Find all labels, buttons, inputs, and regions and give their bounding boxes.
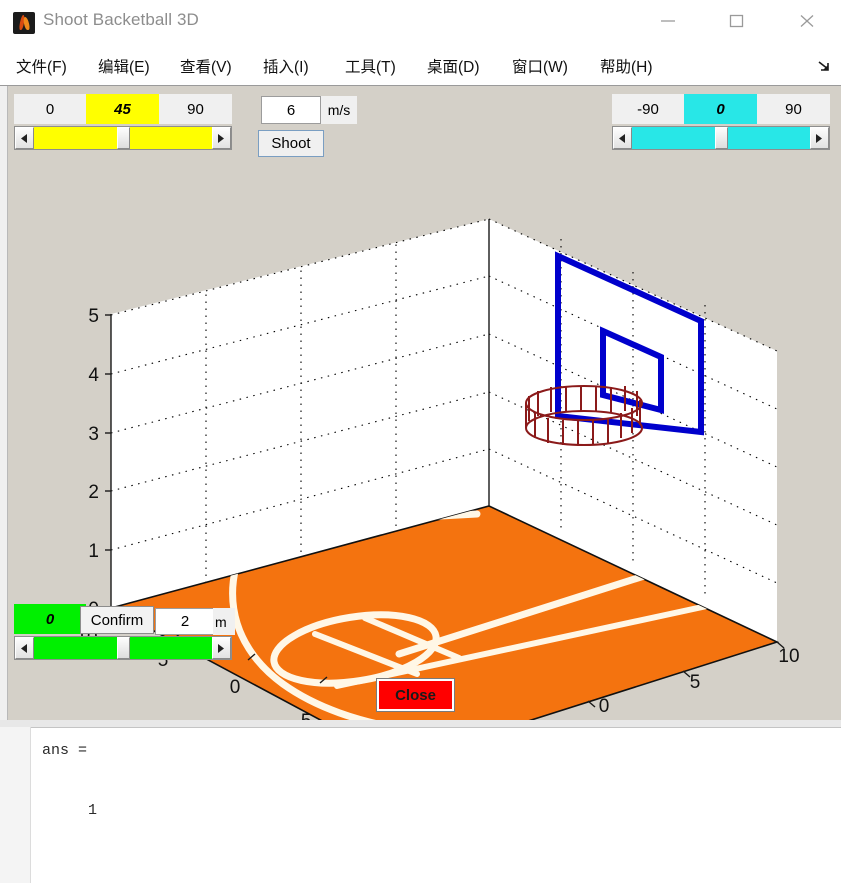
distance-value-display: 0 (14, 604, 86, 634)
command-window[interactable]: ans = 1 fx >> https://blog.csdn.net/Matl… (0, 720, 841, 883)
azimuth-slider-right-arrow[interactable] (810, 127, 829, 149)
close-window-button[interactable] (784, 0, 830, 40)
figure-panel: 0 1 2 3 4 5 10 5 0 (0, 85, 841, 721)
maximize-button[interactable] (714, 0, 760, 40)
distance-slider-thumb[interactable] (116, 637, 130, 659)
x-tick-0: 0 (230, 677, 241, 698)
console-divider (0, 720, 841, 728)
angle-min-label: 0 (14, 94, 86, 124)
z-tick-2: 2 (88, 482, 99, 503)
angle-slider-track[interactable] (34, 127, 212, 149)
window-title: Shoot Backetball 3D (43, 10, 199, 29)
distance-slider-track[interactable] (34, 637, 212, 659)
menu-bar: 文件(F) 编辑(E) 查看(V) 插入(I) 工具(T) 桌面(D) 窗口(W… (0, 44, 841, 84)
azimuth-slider-track[interactable] (632, 127, 810, 149)
azimuth-angle-slider[interactable]: -90 0 90 (612, 94, 830, 156)
z-tick-3: 3 (88, 424, 99, 445)
azimuth-slider-bar[interactable] (612, 126, 830, 150)
dock-arrow-icon[interactable] (816, 58, 832, 74)
height-unit-label: m (213, 608, 235, 635)
menu-file[interactable]: 文件(F) (14, 52, 69, 80)
azimuth-min-label: -90 (612, 94, 684, 124)
height-input[interactable]: 2 (155, 608, 215, 635)
angle-slider-left-arrow[interactable] (15, 127, 34, 149)
azimuth-max-label: 90 (757, 94, 830, 124)
y-tick-10: 10 (778, 646, 799, 667)
menu-help[interactable]: 帮助(H) (598, 52, 655, 80)
distance-slider-bar[interactable] (14, 636, 232, 660)
menu-edit[interactable]: 编辑(E) (96, 52, 152, 80)
angle-slider-thumb[interactable] (116, 127, 130, 149)
distance-slider-left-arrow[interactable] (15, 637, 34, 659)
azimuth-value-display: 0 (684, 94, 757, 124)
console-line-value: 1 (88, 802, 98, 819)
confirm-button[interactable]: Confirm (80, 606, 154, 634)
angle-value-display: 45 (86, 94, 159, 124)
minimize-button[interactable] (645, 0, 691, 40)
angle-max-label: 90 (159, 94, 232, 124)
menu-desktop[interactable]: 桌面(D) (425, 52, 482, 80)
azimuth-slider-left-arrow[interactable] (613, 127, 632, 149)
elevation-angle-slider[interactable]: 0 45 90 (14, 94, 232, 156)
z-tick-1: 1 (88, 541, 99, 562)
distance-slider-right-arrow[interactable] (212, 637, 231, 659)
matlab-icon (13, 12, 35, 34)
y-tick-5: 5 (690, 672, 701, 693)
speed-input[interactable]: 6 (261, 96, 321, 124)
angle-slider-bar[interactable] (14, 126, 232, 150)
title-bar: Shoot Backetball 3D (0, 0, 841, 44)
menu-window[interactable]: 窗口(W) (510, 52, 570, 80)
angle-slider-right-arrow[interactable] (212, 127, 231, 149)
menu-tools[interactable]: 工具(T) (343, 52, 398, 80)
menu-view[interactable]: 查看(V) (178, 52, 234, 80)
shoot-button[interactable]: Shoot (258, 130, 324, 157)
menu-insert[interactable]: 插入(I) (261, 52, 311, 80)
y-tick-0: 0 (599, 696, 610, 717)
speed-unit-label: m/s (321, 96, 357, 124)
azimuth-slider-thumb[interactable] (714, 127, 728, 149)
close-button[interactable]: Close (376, 678, 455, 712)
console-line-ans: ans = (42, 742, 88, 759)
console-gutter (0, 727, 31, 883)
z-tick-5: 5 (88, 306, 99, 327)
z-tick-4: 4 (88, 365, 99, 386)
matlab-figure-window: Shoot Backetball 3D 文件(F) 编辑(E) 查看(V) 插入… (0, 0, 841, 883)
